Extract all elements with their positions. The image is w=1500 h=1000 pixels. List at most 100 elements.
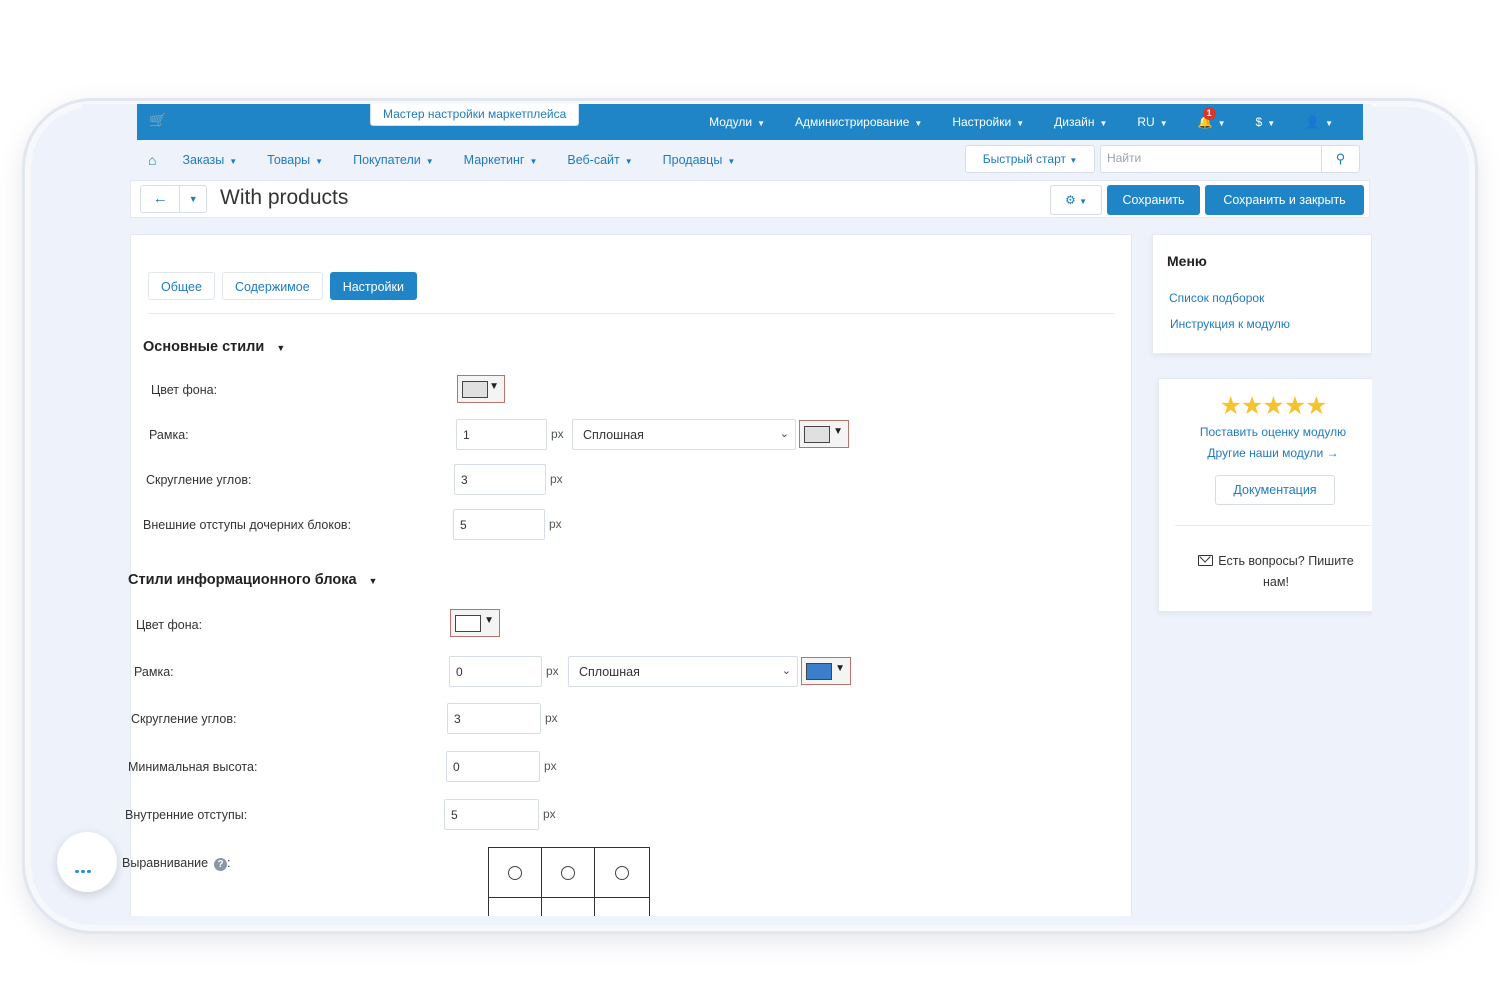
top-menu-settings[interactable]: Настройки ▼ bbox=[952, 115, 1024, 129]
align-cell[interactable] bbox=[595, 898, 649, 916]
quick-start-button[interactable]: Быстрый старт ▼ bbox=[965, 145, 1095, 173]
align-cell[interactable] bbox=[489, 898, 542, 916]
user-menu[interactable]: 👤 ▼ bbox=[1305, 115, 1333, 129]
mail-icon bbox=[1198, 555, 1214, 566]
search-box: ⚲ bbox=[1100, 145, 1360, 173]
main-margin-input[interactable] bbox=[453, 509, 545, 540]
page-title: With products bbox=[220, 186, 349, 209]
info-align-label: Выравнивание?: bbox=[122, 856, 231, 871]
divider bbox=[148, 313, 1114, 314]
save-and-close-button[interactable]: Сохранить и закрыть bbox=[1205, 185, 1364, 215]
side-menu-link-collections[interactable]: Список подборок bbox=[1169, 291, 1264, 305]
caret-down-icon: ▼ bbox=[315, 157, 324, 166]
caret-down-icon: ▼ bbox=[833, 426, 843, 437]
search-icon[interactable]: ⚲ bbox=[1321, 146, 1359, 172]
caret-down-icon[interactable]: ▼ bbox=[180, 186, 206, 212]
nav-vendors[interactable]: Продавцы ▼ bbox=[663, 153, 736, 167]
nav-website[interactable]: Веб-сайт ▼ bbox=[567, 153, 632, 167]
caret-down-icon: ▼ bbox=[229, 157, 238, 166]
tab-content[interactable]: Содержимое bbox=[221, 272, 323, 300]
side-menu-panel: Меню Список подборок Инструкция к модулю bbox=[1152, 234, 1372, 354]
cart-icon[interactable]: 🛒 bbox=[149, 112, 166, 129]
caret-down-icon: ▼ bbox=[835, 663, 845, 674]
question-icon[interactable]: ? bbox=[214, 858, 228, 871]
color-swatch bbox=[804, 426, 830, 443]
main-nav: ⌂ Заказы ▼ Товары ▼ Покупатели ▼ Маркетинг ▼… bbox=[130, 140, 1370, 180]
caret-down-icon: ▼ bbox=[1267, 119, 1276, 128]
info-padding-label: Внутренние отступы: bbox=[125, 808, 248, 822]
nav-marketing[interactable]: Маркетинг ▼ bbox=[464, 153, 538, 167]
main-margin-label: Внешние отступы дочерних блоков: bbox=[143, 518, 352, 532]
chat-icon bbox=[75, 860, 99, 873]
top-menu-administration[interactable]: Администрирование ▼ bbox=[795, 115, 922, 129]
nav-products[interactable]: Товары ▼ bbox=[267, 153, 323, 167]
top-menu-modules[interactable]: Модули ▼ bbox=[709, 115, 765, 129]
align-cell[interactable] bbox=[542, 848, 595, 898]
caret-down-icon: ▼ bbox=[727, 157, 736, 166]
color-swatch bbox=[462, 381, 488, 398]
radio-button[interactable] bbox=[615, 865, 629, 880]
caret-down-icon: ▼ bbox=[529, 157, 538, 166]
tabs: Общее Содержимое Настройки bbox=[148, 272, 424, 300]
other-modules-link[interactable]: Другие наши модули → bbox=[1159, 446, 1372, 460]
title-bar: ← ▼ With products ⚙ ▼ Сохранить Сохранит… bbox=[130, 180, 1370, 218]
main-border-width-input[interactable] bbox=[456, 419, 547, 450]
main-bg-color-picker[interactable]: ▼ bbox=[457, 375, 505, 403]
home-icon[interactable]: ⌂ bbox=[148, 152, 156, 168]
align-cell[interactable] bbox=[542, 898, 595, 916]
info-padding-input[interactable] bbox=[444, 799, 539, 830]
star-rating-icon[interactable]: ★★★★★ bbox=[1159, 391, 1372, 421]
section-main-styles-toggle[interactable]: Основные стили ▼ bbox=[143, 339, 285, 355]
tab-general[interactable]: Общее bbox=[148, 272, 215, 300]
top-menu-design[interactable]: Дизайн ▼ bbox=[1054, 115, 1107, 129]
caret-down-icon: ▼ bbox=[1159, 119, 1168, 128]
caret-down-icon: ▼ bbox=[1069, 156, 1078, 165]
align-cell[interactable] bbox=[489, 848, 542, 898]
app-screen: 🛒 Мастер настройки маркетплейса Модули ▼ … bbox=[82, 104, 1372, 916]
info-radius-input[interactable] bbox=[447, 703, 541, 734]
main-radius-label: Скругление углов: bbox=[146, 473, 252, 487]
divider bbox=[1175, 525, 1372, 526]
radio-button[interactable] bbox=[508, 865, 522, 880]
side-menu-link-instructions[interactable]: Инструкция к модулю bbox=[1170, 317, 1290, 331]
main-radius-input[interactable] bbox=[454, 464, 546, 495]
radio-button[interactable] bbox=[561, 865, 575, 880]
info-bg-color-picker[interactable]: ▼ bbox=[450, 609, 500, 637]
color-swatch bbox=[455, 615, 481, 632]
align-cell[interactable] bbox=[595, 848, 649, 898]
color-swatch bbox=[806, 663, 832, 680]
info-radius-label: Скругление углов: bbox=[131, 712, 237, 726]
chevron-down-icon: ⌄ bbox=[781, 665, 791, 677]
chat-widget-button[interactable] bbox=[57, 832, 117, 892]
language-selector[interactable]: RU ▼ bbox=[1137, 115, 1167, 129]
nav-orders[interactable]: Заказы ▼ bbox=[182, 153, 237, 167]
caret-down-icon: ▼ bbox=[489, 381, 499, 392]
documentation-button[interactable]: Документация bbox=[1215, 475, 1335, 505]
caret-down-icon: ▼ bbox=[1325, 119, 1333, 128]
arrow-left-icon[interactable]: ← bbox=[141, 186, 181, 212]
currency-selector[interactable]: $ ▼ bbox=[1256, 115, 1276, 129]
nav-customers[interactable]: Покупатели ▼ bbox=[353, 153, 434, 167]
main-border-color-picker[interactable]: ▼ bbox=[799, 420, 849, 448]
info-min-height-input[interactable] bbox=[446, 751, 540, 782]
caret-down-icon: ▼ bbox=[914, 119, 923, 128]
marketplace-wizard-button[interactable]: Мастер настройки маркетплейса bbox=[370, 104, 580, 126]
tab-settings[interactable]: Настройки bbox=[329, 272, 417, 300]
info-bg-label: Цвет фона: bbox=[136, 618, 203, 632]
info-border-color-picker[interactable]: ▼ bbox=[801, 657, 851, 685]
main-border-style-select[interactable]: Сплошная ⌄ bbox=[572, 419, 796, 450]
rate-module-link[interactable]: Поставить оценку модулю bbox=[1159, 425, 1372, 439]
section-info-styles-toggle[interactable]: Стили информационного блока ▼ bbox=[128, 572, 377, 588]
main-border-label: Рамка: bbox=[149, 428, 189, 442]
gear-icon[interactable]: ⚙ ▼ bbox=[1050, 185, 1102, 215]
main-panel: Общее Содержимое Настройки Основные стил… bbox=[122, 234, 1132, 916]
back-button-group: ← ▼ bbox=[140, 185, 207, 213]
caret-down-icon: ▼ bbox=[757, 119, 765, 128]
notifications-button[interactable]: 🔔 1 ▼ bbox=[1198, 107, 1226, 129]
contact-link[interactable]: Есть вопросы? Пишите нам! bbox=[1185, 551, 1367, 593]
save-button[interactable]: Сохранить bbox=[1107, 185, 1200, 215]
info-border-width-input[interactable] bbox=[449, 656, 542, 687]
info-border-style-select[interactable]: Сплошная ⌄ bbox=[568, 656, 798, 687]
caret-down-icon: ▼ bbox=[425, 157, 434, 166]
search-input[interactable] bbox=[1107, 151, 1317, 165]
